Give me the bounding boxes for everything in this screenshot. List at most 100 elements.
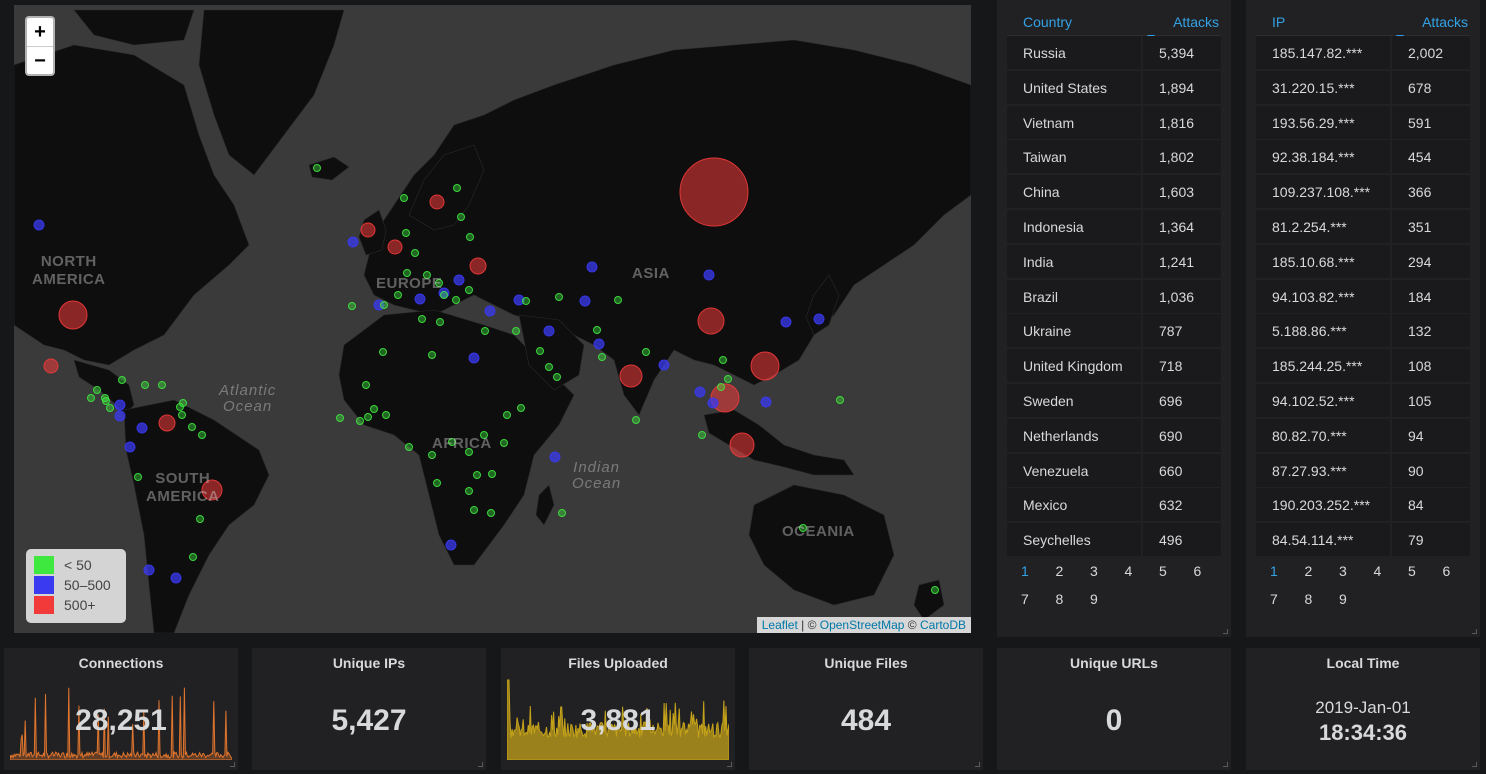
attack-marker-green[interactable]	[400, 194, 408, 202]
attack-marker-blue[interactable]	[468, 352, 480, 364]
attack-marker-green[interactable]	[189, 553, 197, 561]
attack-marker-red[interactable]	[429, 194, 445, 210]
attack-marker-green[interactable]	[836, 396, 844, 404]
attack-marker-red[interactable]	[43, 358, 59, 374]
page-link[interactable]: 4	[1360, 557, 1395, 585]
page-link[interactable]: 8	[1042, 585, 1077, 613]
attack-marker-green[interactable]	[536, 347, 544, 355]
attack-marker-green[interactable]	[370, 405, 378, 413]
page-link[interactable]: 7	[1256, 585, 1291, 613]
attack-marker-green[interactable]	[553, 373, 561, 381]
attack-marker-green[interactable]	[313, 164, 321, 172]
page-link[interactable]: 2	[1042, 557, 1077, 585]
attack-marker-green[interactable]	[593, 326, 601, 334]
leaflet-link[interactable]: Leaflet	[762, 618, 798, 632]
attack-marker-blue[interactable]	[114, 410, 126, 422]
resize-handle[interactable]	[1223, 629, 1228, 634]
attack-marker-green[interactable]	[642, 348, 650, 356]
attack-marker-green[interactable]	[188, 423, 196, 431]
attack-marker-green[interactable]	[481, 327, 489, 335]
attack-marker-green[interactable]	[724, 375, 732, 383]
attack-marker-blue[interactable]	[707, 397, 719, 409]
attack-marker-green[interactable]	[436, 318, 444, 326]
resize-handle[interactable]	[1472, 762, 1477, 767]
attack-marker-blue[interactable]	[694, 386, 706, 398]
zoom-in-button[interactable]: +	[27, 18, 53, 46]
attack-marker-blue[interactable]	[143, 564, 155, 576]
page-link[interactable]: 6	[1180, 557, 1215, 585]
attack-marker-green[interactable]	[453, 184, 461, 192]
attack-marker-blue[interactable]	[445, 539, 457, 551]
page-link[interactable]: 2	[1291, 557, 1326, 585]
resize-handle[interactable]	[975, 762, 980, 767]
attack-marker-green[interactable]	[178, 411, 186, 419]
attack-marker-blue[interactable]	[658, 359, 670, 371]
attack-marker-green[interactable]	[356, 417, 364, 425]
attack-marker-red[interactable]	[360, 222, 376, 238]
attack-marker-green[interactable]	[452, 296, 460, 304]
page-link[interactable]: 7	[1007, 585, 1042, 613]
attack-marker-green[interactable]	[545, 363, 553, 371]
attack-marker-green[interactable]	[382, 411, 390, 419]
attack-marker-blue[interactable]	[414, 293, 426, 305]
attack-marker-green[interactable]	[598, 353, 606, 361]
attack-marker-green[interactable]	[348, 302, 356, 310]
attack-marker-red[interactable]	[619, 364, 643, 388]
page-link[interactable]: 3	[1076, 557, 1111, 585]
attack-marker-green[interactable]	[102, 397, 110, 405]
attack-marker-blue[interactable]	[813, 313, 825, 325]
attack-marker-green[interactable]	[512, 327, 520, 335]
page-link[interactable]: 9	[1325, 585, 1360, 613]
resize-handle[interactable]	[1472, 629, 1477, 634]
attack-marker-green[interactable]	[134, 473, 142, 481]
attack-marker-green[interactable]	[362, 381, 370, 389]
attack-marker-blue[interactable]	[579, 295, 591, 307]
attack-marker-green[interactable]	[93, 386, 101, 394]
column-header-country[interactable]: Country	[1007, 6, 1143, 35]
attack-marker-green[interactable]	[402, 229, 410, 237]
attack-marker-green[interactable]	[614, 296, 622, 304]
attack-marker-blue[interactable]	[484, 305, 496, 317]
attack-marker-red[interactable]	[679, 157, 749, 227]
attack-marker-green[interactable]	[558, 509, 566, 517]
attack-marker-green[interactable]	[198, 431, 206, 439]
attack-marker-blue[interactable]	[347, 236, 359, 248]
attack-marker-green[interactable]	[719, 356, 727, 364]
attack-marker-blue[interactable]	[114, 399, 126, 411]
attack-marker-green[interactable]	[517, 404, 525, 412]
attack-marker-red[interactable]	[469, 257, 487, 275]
attack-marker-green[interactable]	[196, 515, 204, 523]
attack-marker-green[interactable]	[473, 471, 481, 479]
world-map[interactable]: + − NORTH AMERICA SOUTH AMERICA EUROPE ASI…	[14, 5, 971, 633]
resize-handle[interactable]	[230, 762, 235, 767]
attack-marker-green[interactable]	[418, 315, 426, 323]
attack-marker-green[interactable]	[106, 404, 114, 412]
page-link[interactable]: 3	[1325, 557, 1360, 585]
attack-marker-blue[interactable]	[170, 572, 182, 584]
attack-marker-green[interactable]	[457, 213, 465, 221]
attack-marker-blue[interactable]	[593, 338, 605, 350]
resize-handle[interactable]	[478, 762, 483, 767]
attack-marker-green[interactable]	[428, 351, 436, 359]
attack-marker-blue[interactable]	[453, 274, 465, 286]
attack-marker-red[interactable]	[158, 414, 176, 432]
attack-marker-blue[interactable]	[780, 316, 792, 328]
zoom-out-button[interactable]: −	[27, 46, 53, 74]
attack-marker-blue[interactable]	[586, 261, 598, 273]
page-link[interactable]: 9	[1076, 585, 1111, 613]
attack-marker-blue[interactable]	[549, 451, 561, 463]
attack-marker-green[interactable]	[487, 509, 495, 517]
attack-marker-green[interactable]	[379, 348, 387, 356]
attack-marker-green[interactable]	[433, 479, 441, 487]
page-link[interactable]: 4	[1111, 557, 1146, 585]
attack-marker-red[interactable]	[387, 239, 403, 255]
attack-marker-green[interactable]	[411, 249, 419, 257]
attack-marker-green[interactable]	[380, 301, 388, 309]
attack-marker-green[interactable]	[632, 416, 640, 424]
column-header-attacks[interactable]: Attacks	[1143, 6, 1221, 40]
attack-marker-blue[interactable]	[136, 422, 148, 434]
attack-marker-red[interactable]	[697, 307, 725, 335]
attack-marker-red[interactable]	[729, 432, 755, 458]
column-header-attacks[interactable]: Attacks	[1392, 6, 1470, 40]
resize-handle[interactable]	[727, 762, 732, 767]
